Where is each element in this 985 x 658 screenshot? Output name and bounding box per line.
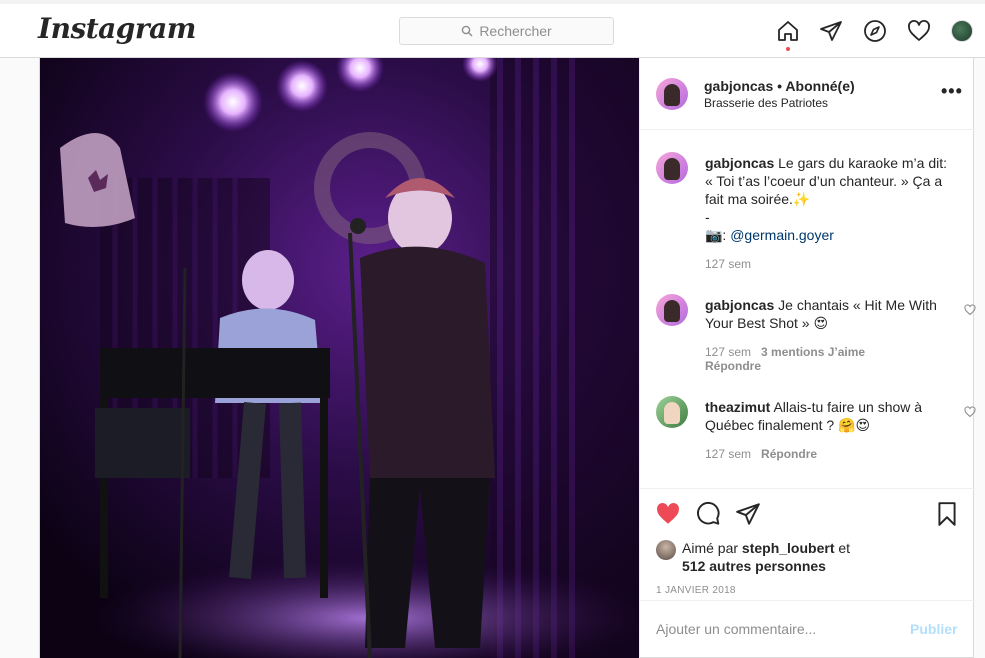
add-comment-bar: Ajouter un commentaire... Publier	[640, 600, 975, 658]
liked-by-avatar[interactable]	[656, 540, 676, 560]
publish-button[interactable]: Publier	[910, 621, 957, 637]
caption-text: gabjoncas Le gars du karaoke m’a dit: « …	[705, 154, 957, 244]
more-options-icon[interactable]: •••	[941, 82, 963, 100]
like-heart-icon[interactable]	[655, 501, 681, 527]
liked-by-joiner: et	[838, 540, 851, 556]
comment-avatar[interactable]	[656, 294, 688, 326]
liked-by-others[interactable]: 512 autres personnes	[682, 558, 826, 574]
post-header: gabjoncas • Abonné(e) Brasserie des Patr…	[640, 58, 975, 130]
comment-username[interactable]: theazimut	[705, 399, 770, 415]
liked-by-text: Aimé par steph_loubert et 512 autres per…	[682, 539, 850, 575]
search-icon	[462, 25, 473, 37]
share-icon[interactable]	[735, 501, 761, 527]
direct-icon[interactable]	[819, 19, 843, 43]
reply-button[interactable]: Répondre	[761, 447, 817, 461]
home-active-dot	[786, 47, 790, 51]
post-date[interactable]: 1 JANVIER 2018	[656, 585, 736, 596]
instagram-logo[interactable]: Instagram	[38, 12, 196, 45]
comment-username[interactable]: gabjoncas	[705, 297, 774, 313]
comment-bubble-icon[interactable]	[695, 501, 721, 527]
comment-like-heart-icon[interactable]	[964, 304, 976, 316]
liked-by: Aimé par steph_loubert et 512 autres per…	[656, 539, 956, 575]
post-sidebar: gabjoncas • Abonné(e) Brasserie des Patr…	[639, 58, 976, 658]
caption-avatar[interactable]	[656, 152, 688, 184]
reply-button[interactable]: Répondre	[705, 359, 761, 373]
post-location[interactable]: Brasserie des Patriotes	[704, 96, 828, 110]
caption-dash: -	[705, 209, 710, 225]
search-placeholder: Rechercher	[479, 23, 552, 39]
author-follow-line: gabjoncas • Abonné(e)	[704, 78, 855, 94]
comment-text: gabjoncas Je chantais « Hit Me With Your…	[705, 296, 957, 332]
comment-text: theazimut Allais-tu faire un show à Québ…	[705, 398, 957, 434]
comment-avatar[interactable]	[656, 396, 688, 428]
comment-age: 127 sem	[705, 447, 752, 461]
home-icon[interactable]	[776, 19, 800, 43]
top-border	[0, 0, 985, 4]
post-photo[interactable]	[40, 58, 639, 658]
caption-credit-prefix: 📷:	[705, 227, 731, 243]
comment-age: 127 sem	[705, 345, 752, 359]
comment-likes-count[interactable]: 3 mentions J’aime	[761, 345, 865, 359]
liked-by-user[interactable]: steph_loubert	[742, 540, 835, 556]
top-nav: Instagram Rechercher	[0, 0, 985, 58]
concert-photo-illustration	[40, 58, 639, 658]
follow-status[interactable]: Abonné(e)	[785, 78, 854, 94]
search-input[interactable]: Rechercher	[399, 17, 614, 45]
caption-mention-link[interactable]: @germain.goyer	[730, 227, 834, 243]
post-actions: Aimé par steph_loubert et 512 autres per…	[640, 488, 975, 608]
author-avatar[interactable]	[656, 78, 688, 110]
explore-icon[interactable]	[863, 19, 887, 43]
save-bookmark-icon[interactable]	[934, 501, 960, 527]
post-card: gabjoncas • Abonné(e) Brasserie des Patr…	[39, 58, 976, 658]
caption-username[interactable]: gabjoncas	[705, 155, 774, 171]
comment-meta: 127 sem Répondre	[705, 447, 817, 461]
comment-meta: 127 sem 3 mentions J’aime	[705, 345, 865, 359]
activity-heart-icon[interactable]	[907, 19, 931, 43]
add-comment-input[interactable]: Ajouter un commentaire...	[656, 621, 816, 637]
caption-age: 127 sem	[705, 257, 752, 271]
liked-by-prefix: Aimé par	[682, 540, 739, 556]
author-username[interactable]: gabjoncas	[704, 78, 773, 94]
comment-like-heart-icon[interactable]	[964, 406, 976, 418]
profile-avatar[interactable]	[951, 20, 973, 42]
